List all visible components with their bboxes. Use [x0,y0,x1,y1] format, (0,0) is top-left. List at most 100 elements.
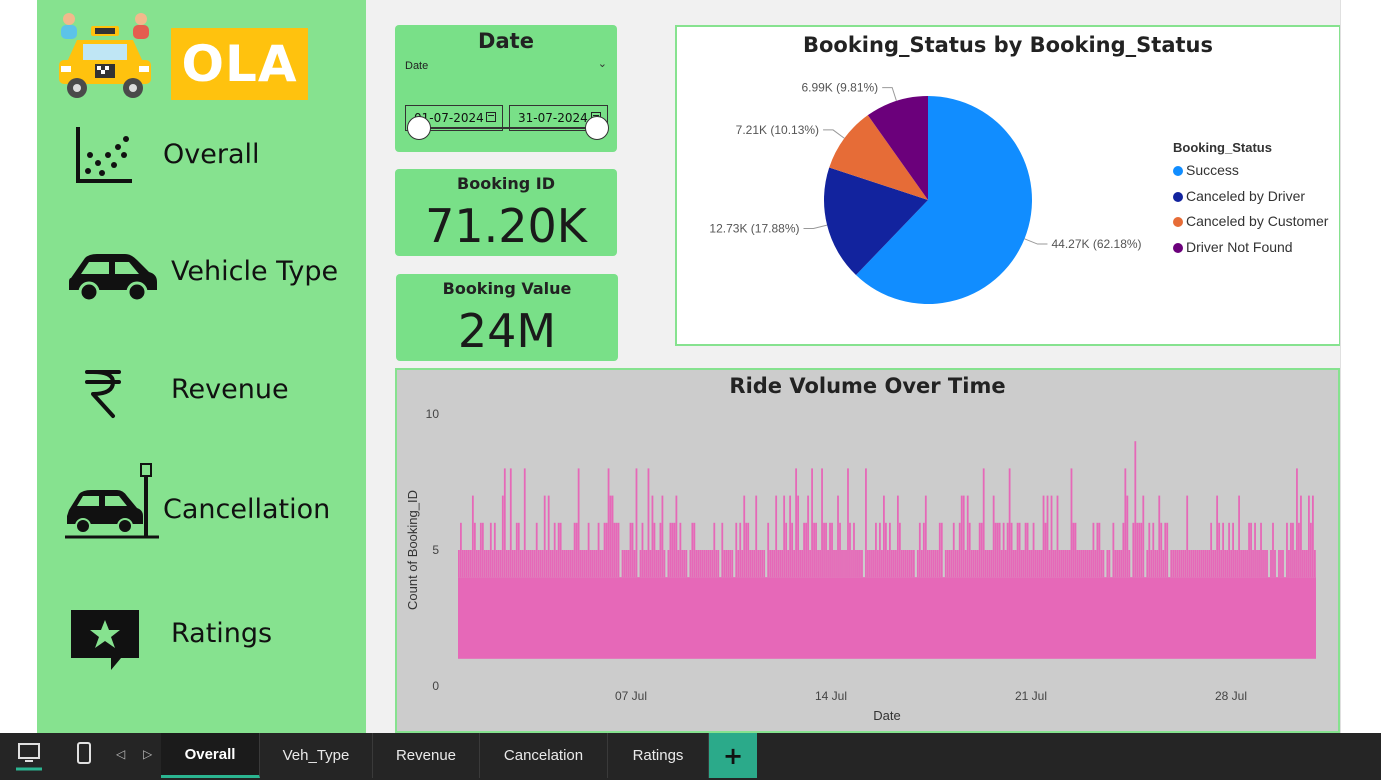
bar [892,550,895,578]
date-slider-end-handle[interactable] [585,116,609,140]
bar [998,522,1001,578]
legend-item-driver-not-found[interactable]: Driver Not Found [1173,239,1293,255]
legend-dot [1173,243,1183,253]
bar [1210,522,1213,578]
bar [904,550,907,578]
bar [1172,550,1175,578]
bar [1090,550,1093,578]
bar [996,522,999,578]
bar [679,522,682,578]
nav-ratings[interactable]: Ratings [37,600,366,690]
add-page-label: + [722,741,744,770]
bar [563,550,566,578]
bar [707,550,710,578]
bar [1258,550,1260,578]
tab-overall[interactable]: Overall [161,733,260,778]
bar [1194,550,1197,578]
bar [779,550,782,578]
legend-dot [1173,192,1183,202]
desktop-view-icon[interactable] [14,741,44,773]
previous-page-icon[interactable]: ◁ [116,747,125,761]
bar [469,550,472,578]
bar [1030,550,1033,578]
bar [845,550,847,578]
bar [577,468,580,578]
nav-revenue[interactable]: Revenue [37,350,366,440]
bar [837,495,839,578]
x-tick-label: 21 Jul [1015,689,1047,703]
bar [890,550,893,578]
bar [966,495,969,578]
nav-vehicle-type[interactable]: Vehicle Type [37,232,366,322]
bar [549,550,552,578]
bar [1040,550,1043,578]
ola-logo: OLA [171,28,308,100]
bar [1106,550,1109,578]
bar [887,550,889,578]
bar [1302,550,1304,578]
mobile-view-icon[interactable] [76,741,92,765]
bar [875,522,877,578]
bar [1062,550,1065,578]
bar [683,550,686,578]
bar [485,550,488,578]
bar [1048,550,1051,578]
bar [1072,522,1075,578]
legend-item-canceled-by-customer[interactable]: Canceled by Customer [1173,213,1328,229]
bar [605,522,608,578]
bar [493,522,496,578]
bar [1238,495,1240,578]
bar [725,550,728,578]
bar [1038,550,1041,578]
bar [1098,522,1101,578]
bar [581,550,584,578]
tab-revenue[interactable]: Revenue [373,733,480,778]
tab-label: Veh_Type [282,747,350,764]
date-slicer: Date Date ⌄ 01-07-2024 31-07-2024 [395,25,617,152]
bar [1288,550,1290,578]
bar [521,550,524,578]
bar [984,550,987,578]
bar [1192,550,1195,578]
bar [1174,550,1177,578]
calendar-icon[interactable] [486,112,496,122]
bar [1006,522,1009,578]
bar [573,522,576,578]
legend-item-canceled-by-driver[interactable]: Canceled by Driver [1173,188,1305,204]
add-page-button[interactable]: + [709,733,757,778]
bar [1060,550,1063,578]
bar [1022,550,1025,578]
bar [1206,550,1209,578]
tab-cancelation[interactable]: Cancelation [480,733,608,778]
date-slider-start-handle[interactable] [407,116,431,140]
bar [651,495,654,578]
bar [1152,522,1155,578]
bar [1004,550,1007,578]
bar [1250,522,1252,578]
pie-data-label: 12.73K (17.88%) [709,222,799,236]
bar [499,550,502,578]
bar [695,550,698,578]
bar [1120,550,1123,578]
bar [501,495,504,578]
nav-overall[interactable]: Overall [37,115,366,205]
bar [1050,495,1053,578]
pie-leader-line [823,129,845,139]
tab-ratings[interactable]: Ratings [608,733,709,778]
legend-item-success[interactable]: Success [1173,162,1239,178]
bar [1108,550,1111,578]
nav-cancellation[interactable]: Cancellation [37,458,366,548]
kpi-booking-id-value: 71.20K [425,199,587,253]
bar [1304,550,1306,578]
chevron-down-icon[interactable]: ⌄ [598,57,607,70]
date-range-track [419,127,599,129]
bar [583,550,586,578]
bar [737,550,740,578]
bar [932,550,935,578]
next-page-icon[interactable]: ▷ [143,747,152,761]
tab-veh-type[interactable]: Veh_Type [260,733,373,778]
bar [769,550,772,578]
bar [1046,495,1049,578]
bar [1298,522,1300,578]
bar [459,522,462,578]
